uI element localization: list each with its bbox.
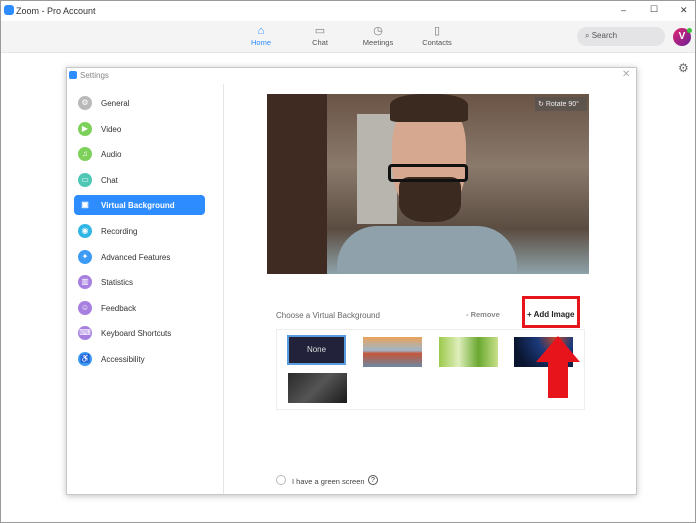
zoom-logo-icon <box>69 71 77 79</box>
sidebar-icon: ▣ <box>81 200 89 210</box>
background-golden-gate[interactable] <box>363 337 422 367</box>
title-bar: Zoom - Pro Account – ☐ ✕ <box>1 1 695 21</box>
sidebar-item-audio[interactable]: ♫ Audio <box>74 144 205 164</box>
rotate-icon: ↻ <box>538 101 546 108</box>
remove-label: Remove <box>470 310 500 319</box>
gear-icon[interactable]: ⚙ <box>678 61 689 75</box>
red-arrow-annotation <box>536 336 580 398</box>
search-placeholder: Search <box>591 31 618 40</box>
home-icon: ⌂ <box>257 25 265 37</box>
zoom-logo-icon <box>4 5 14 15</box>
dialog-title: Settings <box>80 71 109 80</box>
sidebar-icon: ♫ <box>78 147 92 162</box>
sidebar-item-feedback[interactable]: ☺ Feedback <box>74 298 205 318</box>
remove-button[interactable]: - Remove <box>466 310 500 319</box>
sidebar-item-label: Accessibility <box>101 355 145 364</box>
sidebar-item-label: Feedback <box>101 303 137 313</box>
sidebar-item-advanced-features[interactable]: ✦ Advanced Features <box>74 247 205 267</box>
sidebar-item-label: Recording <box>101 227 138 236</box>
nav-home[interactable]: ⌂ Home <box>236 24 286 48</box>
nav-label: Meetings <box>362 38 394 47</box>
plus-icon: + <box>527 310 534 319</box>
sidebar-item-label: Virtual Background <box>101 201 175 211</box>
sidebar-icon: ⚙ <box>78 96 92 110</box>
sidebar-icon: ▥ <box>78 275 92 290</box>
sidebar-icon: ☺ <box>78 300 92 315</box>
nav-label: Chat <box>312 38 328 47</box>
search-input[interactable]: ⌕ Search <box>577 27 665 46</box>
sidebar-item-recording[interactable]: ◉ Recording <box>74 221 205 241</box>
sidebar-icon: ▭ <box>78 172 92 187</box>
background-dark-texture[interactable] <box>288 373 347 403</box>
nav-label: Home <box>250 38 271 47</box>
nav-label: Contacts <box>422 38 452 47</box>
sidebar-item-label: Video <box>101 124 122 134</box>
sidebar-item-label: Keyboard Shortcuts <box>101 329 172 339</box>
add-image-label: Add Image <box>533 310 575 319</box>
sidebar-item-label: Statistics <box>101 278 134 288</box>
dialog-close-button[interactable]: ✕ <box>622 69 630 80</box>
chat-icon: ▭ <box>314 25 326 37</box>
sidebar-icon: ✦ <box>78 249 92 264</box>
rotate-button[interactable]: ↻ Rotate 90° <box>535 97 587 111</box>
person-shirt <box>337 226 517 274</box>
sidebar-item-statistics[interactable]: ▥ Statistics <box>74 272 205 292</box>
sidebar-item-video[interactable]: ▶ Video <box>74 119 205 139</box>
contacts-icon: ▯ <box>433 25 441 37</box>
sidebar-item-label: Audio <box>101 150 122 160</box>
sidebar-item-keyboard-shortcuts[interactable]: ⌨ Keyboard Shortcuts <box>74 323 205 343</box>
sidebar-icon: ⌨ <box>78 326 92 341</box>
settings-dialog: Settings ✕ ⚙ General ▶ Video ♫ Audio ▭ Chat ▣ Vir… <box>66 67 637 495</box>
sidebar-item-chat[interactable]: ▭ Chat <box>74 170 205 190</box>
person-beard <box>399 177 461 222</box>
sidebar-item-general[interactable]: ⚙ General <box>74 93 205 113</box>
green-screen-label: I have a green screen <box>292 477 365 486</box>
sidebar-icon: ♿ <box>78 352 92 366</box>
sidebar-icon: ◉ <box>78 224 92 238</box>
sidebar-item-label: General <box>101 99 130 108</box>
search-icon: ⌕ <box>585 31 592 40</box>
background-grass[interactable] <box>439 337 498 367</box>
sidebar-icon: ▶ <box>78 121 92 136</box>
sidebar-item-accessibility[interactable]: ♿ Accessibility <box>74 349 205 369</box>
bookshelf <box>267 94 327 274</box>
settings-sidebar: ⚙ General ▶ Video ♫ Audio ▭ Chat ▣ Virtual Backgr… <box>67 84 224 494</box>
maximize-button[interactable]: ☐ <box>650 4 658 15</box>
choose-background-label: Choose a Virtual Background <box>276 311 380 320</box>
video-preview: ↻ Rotate 90° <box>267 94 589 274</box>
help-icon[interactable]: ? <box>368 475 378 485</box>
nav-meetings[interactable]: ◷ Meetings <box>353 24 403 48</box>
add-image-button[interactable]: + Add Image <box>527 310 575 319</box>
clock-icon: ◷ <box>373 25 383 37</box>
nav-chat[interactable]: ▭ Chat <box>295 24 345 48</box>
sidebar-item-virtual-background[interactable]: ▣ Virtual Background <box>74 195 205 216</box>
online-status-dot <box>687 28 692 33</box>
nav-contacts[interactable]: ▯ Contacts <box>412 24 462 48</box>
sidebar-item-label: Advanced Features <box>101 252 171 262</box>
green-screen-checkbox[interactable] <box>276 475 286 485</box>
minimize-button[interactable]: – <box>621 5 626 15</box>
person-glasses <box>388 164 468 182</box>
window-title: Zoom - Pro Account <box>16 6 96 16</box>
close-button[interactable]: ✕ <box>680 5 688 16</box>
sidebar-item-label: Chat <box>101 175 118 185</box>
person-hair <box>390 94 468 122</box>
rotate-label: Rotate 90° <box>545 101 579 108</box>
background-none[interactable]: None <box>287 335 346 365</box>
